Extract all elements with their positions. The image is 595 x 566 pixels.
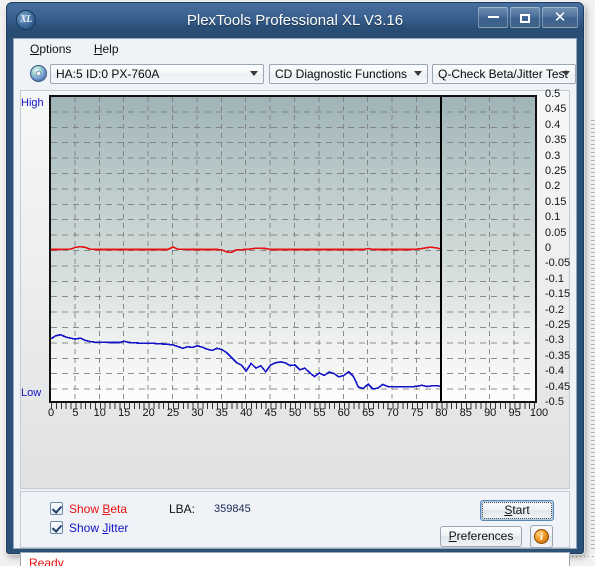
show-jitter-checkbox[interactable]: Show Jitter	[50, 521, 128, 535]
chevron-down-icon	[414, 71, 422, 76]
x-axis-tick-label: 65	[362, 407, 375, 419]
preferences-button-label: Preferences	[448, 529, 514, 543]
x-axis-tick-label: 80	[435, 407, 448, 419]
preferences-button[interactable]: Preferences	[440, 526, 522, 547]
x-axis-tick-label: 85	[459, 407, 472, 419]
menu-item-help-label: elp	[102, 42, 119, 56]
y-axis-tick-label: 0	[545, 242, 552, 254]
info-icon: i	[534, 529, 549, 544]
menu-item-options[interactable]: Options	[28, 39, 81, 58]
y-axis-tick-label: -0.1	[545, 272, 564, 285]
y-axis-tick-label: 0.5	[545, 88, 561, 100]
x-axis-tick-label: 75	[410, 407, 424, 419]
y-axis-tick-label: -0.3	[545, 334, 564, 347]
toolbar: HA:5 ID:0 PX-760A CD Diagnostic Function…	[14, 60, 576, 90]
drive-select[interactable]: HA:5 ID:0 PX-760A	[50, 64, 264, 84]
y-axis-tick-label: 0.15	[545, 195, 567, 208]
test-select[interactable]: Q-Check Beta/Jitter Test	[432, 64, 576, 84]
chevron-down-icon	[562, 71, 570, 76]
x-axis-tick-label: 45	[264, 407, 277, 419]
function-select-value: CD Diagnostic Functions	[275, 67, 408, 81]
x-axis-tick-label: 50	[288, 407, 302, 419]
focus-ring	[482, 502, 552, 519]
y-axis-tick-label: 0.2	[545, 180, 561, 193]
x-axis-tick-label: 100	[529, 407, 549, 419]
progress-marker-line	[440, 97, 443, 401]
x-axis-ticks: 0 5 10 15 20 25 30 35 40 45 50 55 60 65 70 75 80 85 90 95 10…	[47, 407, 549, 425]
client-area: Options Help HA:5 ID:0 PX-760A CD Diagno…	[13, 38, 577, 566]
x-axis-tick-label: 15	[118, 407, 131, 419]
x-axis-tick-label: 20	[142, 407, 155, 419]
drive-select-value: HA:5 ID:0 PX-760A	[56, 67, 160, 81]
lba-label: LBA:	[169, 502, 196, 516]
x-axis-tick-label: 90	[484, 407, 497, 419]
x-axis-tick-label: 5	[72, 407, 79, 419]
maximize-button[interactable]	[510, 7, 540, 28]
y-axis-tick-label: -0.2	[545, 303, 564, 316]
disc-icon	[30, 65, 47, 82]
data-series-svg	[51, 245, 442, 390]
chart-panel: High Low 0.5 0.45 0.4 0.35 0.3 0.25 0.2 0.15 0.1…	[20, 88, 570, 489]
x-axis-tick-label: 10	[93, 407, 106, 419]
menu-item-options-label: ptions	[39, 42, 72, 56]
chevron-down-icon	[250, 71, 258, 76]
close-button[interactable]: ✕	[542, 7, 578, 28]
checkbox-icon	[50, 502, 63, 515]
x-axis-tick-label: 40	[240, 407, 253, 419]
test-select-value: Q-Check Beta/Jitter Test	[438, 67, 568, 81]
x-axis-tick-label: 25	[166, 407, 180, 419]
status-text: Ready	[29, 556, 64, 566]
series-line-jitter	[51, 333, 442, 390]
y-axis-tick-label: -0.35	[545, 349, 571, 362]
function-select[interactable]: CD Diagnostic Functions	[269, 64, 428, 84]
start-button[interactable]: Start	[480, 500, 554, 521]
menu-item-help[interactable]: Help	[92, 39, 129, 58]
title-bar[interactable]: XL PlexTools Professional XL V3.16 ✕	[7, 3, 583, 38]
x-axis-tick-label: 60	[337, 407, 350, 419]
axis-label-high: High	[21, 97, 44, 109]
y-axis-ticks: 0.5 0.45 0.4 0.35 0.3 0.25 0.2 0.15 0.1 0.05 0 -0.0…	[541, 88, 577, 408]
x-axis-tick-label: 55	[313, 407, 326, 419]
x-axis-tick-label: 30	[191, 407, 204, 419]
x-axis-tick-label: 0	[47, 407, 55, 419]
y-axis-tick-label: 0.1	[545, 211, 561, 224]
y-axis-tick-label: -0.45	[545, 380, 571, 393]
close-icon: ✕	[553, 9, 567, 26]
show-jitter-label: Show Jitter	[69, 521, 129, 535]
y-axis-tick-label: 0.35	[545, 134, 567, 147]
y-axis-tick-label: -0.15	[545, 288, 571, 301]
x-axis-tick-label: 95	[508, 407, 521, 419]
y-axis-tick-label: 0.45	[545, 103, 567, 116]
background-dotted-rule-right	[591, 120, 595, 550]
y-axis-tick-label: -0.05	[545, 257, 571, 270]
axis-label-low: Low	[21, 387, 42, 399]
minimize-button[interactable]	[478, 7, 508, 28]
x-axis-tick-label: 70	[386, 407, 399, 419]
y-axis-tick-label: 0.25	[545, 165, 567, 177]
checkbox-icon	[50, 521, 63, 534]
y-axis-tick-label: 0.05	[545, 226, 567, 239]
status-bar: Ready	[20, 552, 570, 566]
minimize-icon	[487, 16, 499, 18]
show-beta-label: Show Beta	[69, 502, 128, 516]
show-beta-checkbox[interactable]: Show Beta	[50, 502, 127, 516]
y-axis-tick-label: -0.25	[545, 319, 571, 331]
bottom-control-panel: Show Beta Show Jitter LBA: 359845 Start …	[20, 491, 570, 548]
info-button[interactable]: i	[530, 525, 553, 548]
x-axis-tick-label: 35	[215, 407, 228, 419]
y-axis-tick-label: -0.4	[545, 365, 564, 378]
y-axis-tick-label: 0.4	[545, 118, 561, 131]
series-line-beta	[51, 245, 442, 254]
plot-area	[49, 95, 537, 403]
maximize-icon	[520, 14, 530, 23]
y-axis-tick-label: 0.3	[545, 149, 561, 162]
application-window: XL PlexTools Professional XL V3.16 ✕ Opt…	[6, 2, 584, 566]
menu-bar: Options Help	[14, 39, 576, 60]
lba-value: 359845	[214, 503, 251, 515]
